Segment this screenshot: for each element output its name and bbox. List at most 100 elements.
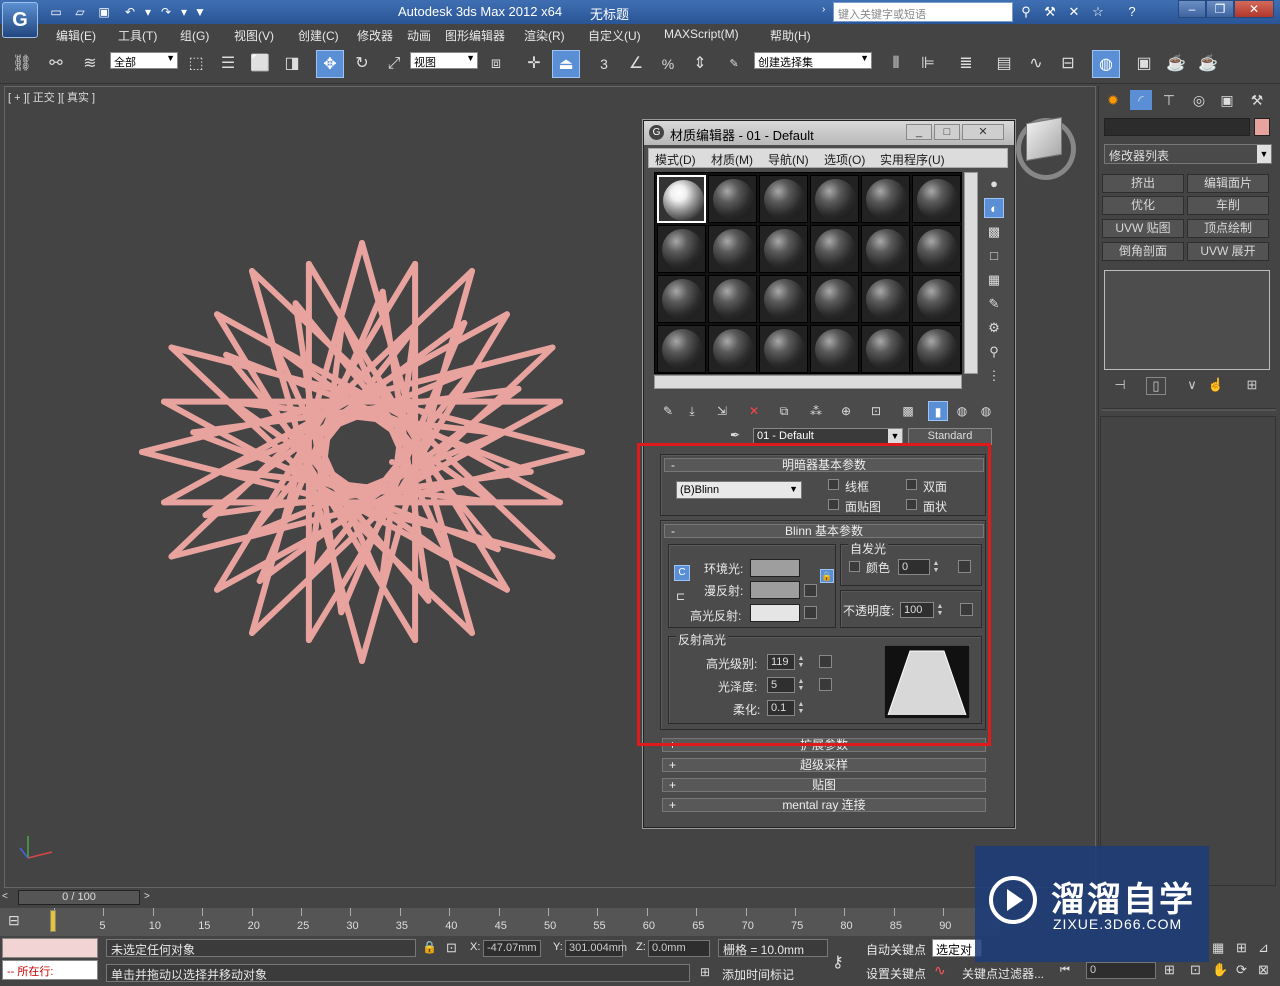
set-key-icon[interactable]: ⚷: [832, 952, 856, 971]
key-filters-button[interactable]: 关键点过滤器...: [962, 965, 1044, 982]
unlink-icon[interactable]: ⚯: [42, 50, 70, 78]
current-frame-marker[interactable]: [50, 910, 56, 932]
time-tag-icon[interactable]: ⊞: [700, 965, 716, 981]
time-prev-icon[interactable]: <: [2, 891, 16, 905]
menu-edit[interactable]: 编辑(E): [56, 27, 96, 44]
make-copy-icon[interactable]: ⧉: [774, 401, 794, 421]
select-object-icon[interactable]: ⬚: [182, 50, 210, 78]
remove-modifier-icon[interactable]: ☝: [1206, 377, 1226, 395]
set-key-button[interactable]: 设置关键点: [866, 965, 926, 982]
material-sample-slot[interactable]: [810, 225, 859, 273]
window-crossing-icon[interactable]: ◨: [278, 50, 306, 78]
graphite-ribbon-icon[interactable]: ▤: [990, 50, 1018, 78]
minimize-window-button[interactable]: –: [1178, 0, 1206, 18]
backlight-icon[interactable]: ◐: [984, 198, 1004, 218]
show-end-result-material-icon[interactable]: ▮: [928, 401, 948, 421]
video-color-check-icon[interactable]: ▦: [984, 270, 1004, 290]
mated-maximize-button[interactable]: □: [934, 124, 960, 140]
named-selection-dropdown[interactable]: 创建选择集 ▼: [754, 52, 872, 69]
search-input[interactable]: 键入关键字或短语: [833, 2, 1013, 22]
redo-dropdown-icon[interactable]: ▾: [176, 4, 192, 20]
percent-snap-icon[interactable]: %: [654, 50, 682, 78]
create-tab-icon[interactable]: ✹: [1102, 90, 1124, 110]
key-mode-toggle-icon[interactable]: ⏮: [1060, 964, 1080, 980]
material-sample-slot[interactable]: [759, 325, 808, 373]
absolute-mode-icon[interactable]: ⊡: [446, 940, 462, 956]
open-file-icon[interactable]: ▱: [72, 4, 88, 20]
put-material-icon[interactable]: ⤓: [682, 401, 702, 421]
menu-create[interactable]: 创建(C): [298, 27, 339, 44]
render-setup-icon[interactable]: ▣: [1130, 50, 1158, 78]
mated-minimize-button[interactable]: _: [906, 124, 932, 140]
close-window-button[interactable]: ✕: [1234, 0, 1274, 18]
put-to-library-icon[interactable]: ⊕: [836, 401, 856, 421]
menu-graph-editors[interactable]: 图形编辑器: [445, 27, 505, 44]
new-file-icon[interactable]: ▭: [48, 4, 64, 20]
mated-menu-modes[interactable]: 模式(D): [655, 151, 696, 168]
modify-tab-icon[interactable]: ◜: [1130, 90, 1152, 110]
material-sample-slot[interactable]: [657, 225, 706, 273]
material-sample-slot[interactable]: [861, 225, 910, 273]
restore-window-button[interactable]: ❐: [1206, 0, 1234, 18]
maps-rollout[interactable]: + 贴图: [662, 778, 986, 792]
current-frame-field[interactable]: 0: [1086, 962, 1156, 979]
curve-editor-icon[interactable]: ∿: [1022, 50, 1050, 78]
options-icon[interactable]: ⚙: [984, 318, 1004, 338]
assign-material-icon[interactable]: ⇲: [712, 401, 732, 421]
select-by-name-icon[interactable]: ☰: [214, 50, 242, 78]
time-slider-thumb[interactable]: 0 / 100: [18, 890, 140, 905]
maximize-viewport-icon[interactable]: ⊠: [1258, 962, 1278, 982]
snaps-toggle-icon[interactable]: 3: [590, 50, 618, 78]
unwrap-uvw-button[interactable]: UVW 展开: [1187, 242, 1269, 261]
material-sample-slot[interactable]: [912, 175, 961, 223]
mated-menu-utilities[interactable]: 实用程序(U): [880, 151, 945, 168]
help-icon[interactable]: ?: [1122, 3, 1142, 21]
app-logo-button[interactable]: G: [2, 2, 38, 38]
material-id-channel-icon[interactable]: ⊡: [866, 401, 886, 421]
extrude-button[interactable]: 挤出: [1102, 174, 1184, 193]
material-sample-slot[interactable]: [912, 325, 961, 373]
selection-lock-icon[interactable]: 🔒: [422, 940, 438, 956]
slots-horizontal-scrollbar[interactable]: [654, 375, 962, 389]
menu-group[interactable]: 组(G): [180, 27, 209, 44]
x-coordinate-field[interactable]: -47.07mm: [483, 940, 541, 957]
mirror-icon[interactable]: ⫴: [882, 50, 910, 78]
select-and-scale-icon[interactable]: ⤢: [380, 50, 408, 78]
y-coordinate-field[interactable]: 301.004mm: [565, 940, 627, 957]
go-to-parent-icon[interactable]: ◍: [952, 401, 972, 421]
time-configuration-icon[interactable]: ⊞: [1164, 962, 1184, 982]
menu-help[interactable]: 帮助(H): [770, 27, 811, 44]
undo-icon[interactable]: ↶: [122, 4, 138, 20]
motion-tab-icon[interactable]: ◎: [1188, 90, 1210, 110]
material-sample-slot[interactable]: [657, 325, 706, 373]
material-sample-slot[interactable]: [759, 275, 808, 323]
material-sample-slot[interactable]: [657, 275, 706, 323]
material-sample-slot[interactable]: [708, 325, 757, 373]
object-name-field[interactable]: [1104, 118, 1250, 136]
edit-patch-button[interactable]: 编辑面片: [1187, 174, 1269, 193]
pin-stack-icon[interactable]: ⊣: [1110, 377, 1130, 395]
auto-key-button[interactable]: 自动关键点: [866, 941, 926, 958]
menu-views[interactable]: 视图(V): [234, 27, 274, 44]
menu-modifiers[interactable]: 修改器: [357, 27, 393, 44]
time-next-icon[interactable]: >: [144, 891, 158, 905]
select-and-rotate-icon[interactable]: ↻: [348, 50, 376, 78]
exchange-icon[interactable]: ✕: [1064, 3, 1084, 21]
hierarchy-tab-icon[interactable]: ⊤: [1158, 90, 1180, 110]
favorites-star-icon[interactable]: ☆: [1088, 3, 1108, 21]
material-sample-slot[interactable]: [810, 175, 859, 223]
open-mini-curve-editor-icon[interactable]: ⊟: [8, 912, 32, 932]
viewcube-icon[interactable]: [1026, 116, 1062, 162]
material-sample-slot[interactable]: [810, 325, 859, 373]
material-sample-slot[interactable]: [861, 175, 910, 223]
binoculars-icon[interactable]: ⚲: [1016, 3, 1036, 21]
object-color-swatch[interactable]: [1254, 118, 1270, 136]
slots-vertical-scrollbar[interactable]: [964, 172, 978, 374]
select-by-material-icon[interactable]: ⚲: [984, 342, 1004, 362]
menu-customize[interactable]: 自定义(U): [588, 27, 641, 44]
maxscript-listener-mini[interactable]: [2, 938, 98, 958]
layer-manager-icon[interactable]: ≣: [952, 50, 980, 78]
menu-maxscript[interactable]: MAXScript(M): [664, 27, 739, 41]
wireframe-star-object[interactable]: [130, 220, 610, 690]
search-expand-icon[interactable]: ›: [822, 4, 832, 20]
